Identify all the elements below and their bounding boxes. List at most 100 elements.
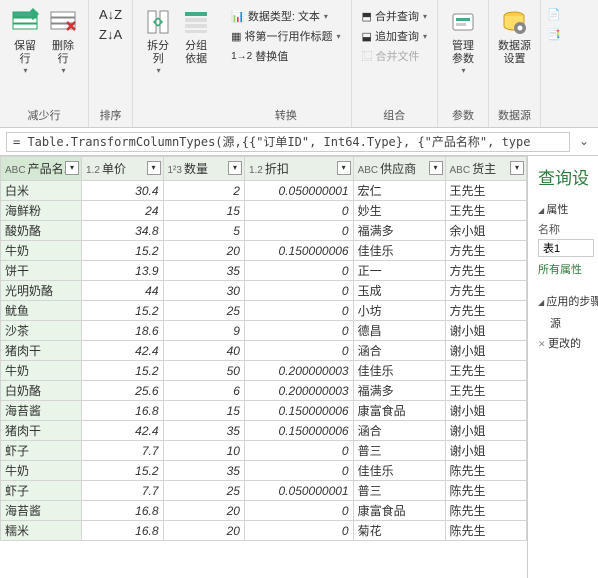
cell-product[interactable]: 海苔酱 xyxy=(1,501,82,521)
cell-qty[interactable]: 15 xyxy=(163,401,244,421)
cell-discount[interactable]: 0 xyxy=(244,501,353,521)
filter-button[interactable]: ▾ xyxy=(65,161,79,175)
cell-qty[interactable]: 50 xyxy=(163,361,244,381)
table-row[interactable]: 海苔酱16.8200康富食品陈先生 xyxy=(1,501,527,521)
cell-product[interactable]: 海鲜粉 xyxy=(1,201,82,221)
cell-owner[interactable]: 王先生 xyxy=(445,381,527,401)
cell-product[interactable]: 白奶酪 xyxy=(1,381,82,401)
cell-product[interactable]: 糯米 xyxy=(1,521,82,541)
cell-discount[interactable]: 0.200000003 xyxy=(244,381,353,401)
table-row[interactable]: 沙茶18.690德昌谢小姐 xyxy=(1,321,527,341)
cell-price[interactable]: 25.6 xyxy=(82,381,163,401)
cell-qty[interactable]: 25 xyxy=(163,481,244,501)
cell-supplier[interactable]: 福满多 xyxy=(353,221,445,241)
cell-price[interactable]: 15.2 xyxy=(82,361,163,381)
table-row[interactable]: 虾子7.7250.050000001普三陈先生 xyxy=(1,481,527,501)
cell-supplier[interactable]: 康富食品 xyxy=(353,401,445,421)
manage-params-button[interactable]: 管理 参数 ▾ xyxy=(444,4,482,77)
filter-button[interactable]: ▾ xyxy=(337,161,351,175)
cell-discount[interactable]: 0 xyxy=(244,201,353,221)
cell-price[interactable]: 30.4 xyxy=(82,181,163,201)
cell-qty[interactable]: 9 xyxy=(163,321,244,341)
sort-desc-button[interactable]: Z↓A xyxy=(95,24,126,44)
cell-product[interactable]: 光明奶酪 xyxy=(1,281,82,301)
cell-price[interactable]: 16.8 xyxy=(82,521,163,541)
cell-qty[interactable]: 35 xyxy=(163,461,244,481)
datatype-button[interactable]: 📊 数据类型: 文本 ▾ xyxy=(227,6,344,26)
step-changed-type[interactable]: 更改的 xyxy=(538,333,594,353)
cell-owner[interactable]: 方先生 xyxy=(445,261,527,281)
cell-discount[interactable]: 0.150000006 xyxy=(244,241,353,261)
cell-price[interactable]: 42.4 xyxy=(82,341,163,361)
cell-price[interactable]: 42.4 xyxy=(82,421,163,441)
cell-owner[interactable]: 王先生 xyxy=(445,361,527,381)
table-row[interactable]: 饼干13.9350正一方先生 xyxy=(1,261,527,281)
keep-rows-button[interactable]: 保留 行 ▾ xyxy=(6,4,44,77)
formula-input[interactable] xyxy=(6,132,570,152)
cell-discount[interactable]: 0 xyxy=(244,261,353,281)
remove-rows-button[interactable]: 删除 行 ▾ xyxy=(44,4,82,77)
col-header-supplier[interactable]: ABC供应商 ▾ xyxy=(353,157,445,181)
cell-owner[interactable]: 谢小姐 xyxy=(445,321,527,341)
cell-qty[interactable]: 20 xyxy=(163,241,244,261)
table-row[interactable]: 猪肉干42.4400涵合谢小姐 xyxy=(1,341,527,361)
cell-qty[interactable]: 35 xyxy=(163,261,244,281)
filter-button[interactable]: ▾ xyxy=(510,161,524,175)
cell-owner[interactable]: 谢小姐 xyxy=(445,401,527,421)
cell-supplier[interactable]: 普三 xyxy=(353,481,445,501)
cell-product[interactable]: 虾子 xyxy=(1,441,82,461)
cell-owner[interactable]: 陈先生 xyxy=(445,501,527,521)
cell-supplier[interactable]: 妙生 xyxy=(353,201,445,221)
cell-owner[interactable]: 余小姐 xyxy=(445,221,527,241)
table-row[interactable]: 酸奶酪34.850福满多余小姐 xyxy=(1,221,527,241)
cell-product[interactable]: 鱿鱼 xyxy=(1,301,82,321)
col-header-qty[interactable]: 1²3数量 ▾ xyxy=(163,157,244,181)
cell-discount[interactable]: 0 xyxy=(244,321,353,341)
cell-product[interactable]: 酸奶酪 xyxy=(1,221,82,241)
cell-supplier[interactable]: 宏仁 xyxy=(353,181,445,201)
cell-qty[interactable]: 40 xyxy=(163,341,244,361)
cell-supplier[interactable]: 涵合 xyxy=(353,341,445,361)
datasource-settings-button[interactable]: 数据源 设置 xyxy=(495,4,534,68)
cell-price[interactable]: 7.7 xyxy=(82,481,163,501)
sort-asc-button[interactable]: A↓Z xyxy=(95,4,126,24)
cell-price[interactable]: 15.2 xyxy=(82,241,163,261)
table-row[interactable]: 糯米16.8200菊花陈先生 xyxy=(1,521,527,541)
table-row[interactable]: 牛奶15.2350佳佳乐陈先生 xyxy=(1,461,527,481)
combine-files-button[interactable]: ⿺ 合并文件 xyxy=(358,46,431,66)
data-grid[interactable]: ABC产品名... ▾ 1.2单价 ▾ 1²3数量 ▾ 1.2折扣 ▾ xyxy=(0,156,527,541)
cell-supplier[interactable]: 玉成 xyxy=(353,281,445,301)
cell-supplier[interactable]: 涵合 xyxy=(353,421,445,441)
cell-supplier[interactable]: 福满多 xyxy=(353,381,445,401)
cell-product[interactable]: 虾子 xyxy=(1,481,82,501)
cell-owner[interactable]: 谢小姐 xyxy=(445,341,527,361)
filter-button[interactable]: ▾ xyxy=(147,161,161,175)
cell-qty[interactable]: 20 xyxy=(163,521,244,541)
cell-supplier[interactable]: 康富食品 xyxy=(353,501,445,521)
filter-button[interactable]: ▾ xyxy=(228,161,242,175)
cell-supplier[interactable]: 佳佳乐 xyxy=(353,461,445,481)
col-header-product[interactable]: ABC产品名... ▾ xyxy=(1,157,82,181)
cell-price[interactable]: 44 xyxy=(82,281,163,301)
all-properties-link[interactable]: 所有属性 xyxy=(538,261,594,277)
cell-supplier[interactable]: 菊花 xyxy=(353,521,445,541)
cell-qty[interactable]: 30 xyxy=(163,281,244,301)
append-queries-button[interactable]: ⬓ 追加查询 ▾ xyxy=(358,26,431,46)
cell-discount[interactable]: 0.150000006 xyxy=(244,421,353,441)
cell-qty[interactable]: 25 xyxy=(163,301,244,321)
cell-price[interactable]: 7.7 xyxy=(82,441,163,461)
cell-product[interactable]: 猪肉干 xyxy=(1,421,82,441)
col-header-discount[interactable]: 1.2折扣 ▾ xyxy=(244,157,353,181)
cell-discount[interactable]: 0 xyxy=(244,341,353,361)
cell-supplier[interactable]: 正一 xyxy=(353,261,445,281)
cell-qty[interactable]: 6 xyxy=(163,381,244,401)
cell-qty[interactable]: 2 xyxy=(163,181,244,201)
cell-product[interactable]: 饼干 xyxy=(1,261,82,281)
table-row[interactable]: 光明奶酪44300玉成方先生 xyxy=(1,281,527,301)
cell-discount[interactable]: 0 xyxy=(244,461,353,481)
cell-discount[interactable]: 0.200000003 xyxy=(244,361,353,381)
cell-qty[interactable]: 10 xyxy=(163,441,244,461)
cell-qty[interactable]: 15 xyxy=(163,201,244,221)
cell-qty[interactable]: 5 xyxy=(163,221,244,241)
cell-discount[interactable]: 0 xyxy=(244,281,353,301)
